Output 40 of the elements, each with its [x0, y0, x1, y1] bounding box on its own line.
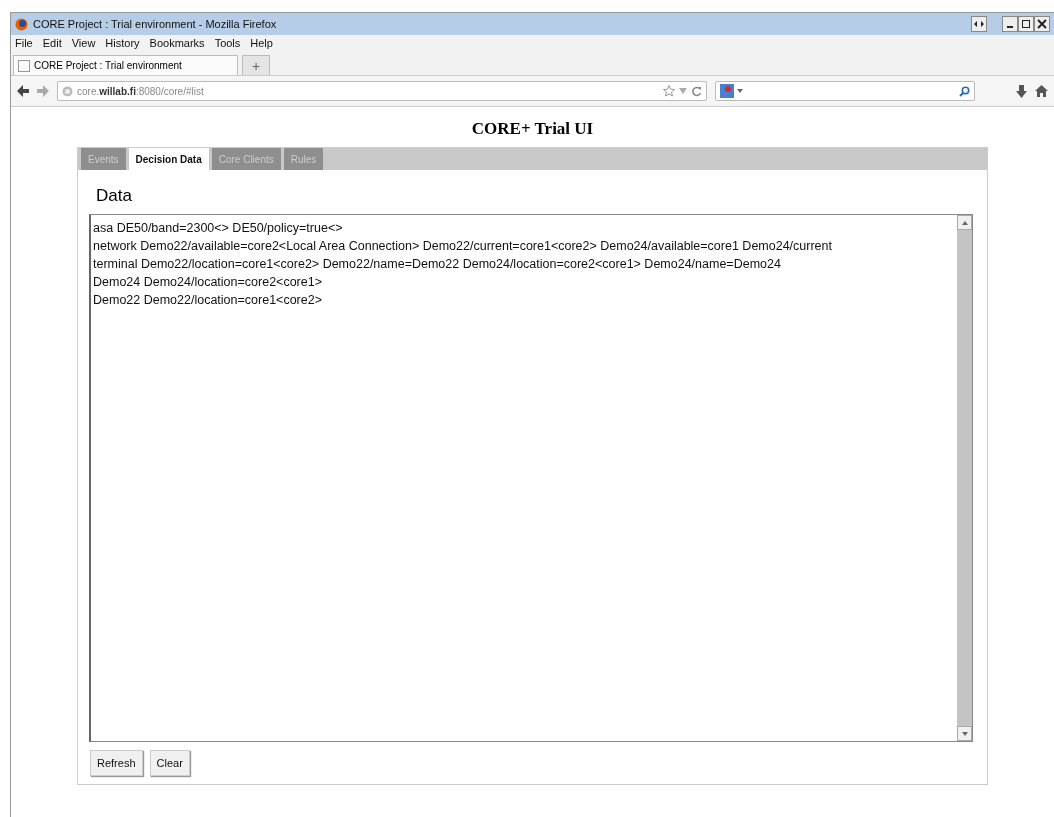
scroll-up-icon[interactable]	[957, 215, 972, 230]
page-title: CORE+ Trial UI	[471, 119, 594, 139]
search-icon[interactable]	[959, 85, 970, 97]
action-button[interactable]: Clear	[149, 750, 190, 776]
action-button[interactable]: Refresh	[90, 750, 143, 776]
window-title: CORE Project : Trial environment - Mozilla Firefox	[33, 18, 277, 30]
menu-item[interactable]: Edit	[42, 37, 62, 49]
menu-item[interactable]: File	[15, 37, 33, 49]
menu-item[interactable]: Help	[250, 37, 273, 49]
data-line: Demo22 Demo22/location=core1<core2>	[93, 293, 322, 307]
home-icon[interactable]	[1035, 85, 1048, 97]
back-icon[interactable]	[17, 85, 29, 97]
menu-item[interactable]: Tools	[214, 37, 241, 49]
scrollbar[interactable]	[957, 215, 972, 741]
data-text-area[interactable]	[89, 214, 973, 742]
browser-tab[interactable]: CORE Project : Trial environment	[13, 55, 238, 75]
reload-icon[interactable]	[691, 85, 702, 97]
new-tab-button[interactable]: +	[242, 55, 270, 75]
page-icon	[18, 59, 30, 72]
resize-icon[interactable]	[971, 16, 987, 32]
section-heading: Data	[96, 186, 132, 206]
scroll-down-icon[interactable]	[957, 726, 972, 741]
data-line: network Demo22/available=core2<Local Area Connection> Demo22/current=core1<core2> Demo24/available=core1 Demo24/current	[93, 239, 832, 253]
dropdown-icon[interactable]	[737, 89, 743, 93]
maximize-button[interactable]	[1018, 16, 1034, 32]
data-line: Demo24 Demo24/location=core2<core1>	[93, 275, 322, 289]
menu-item[interactable]: View	[71, 37, 96, 49]
close-button[interactable]	[1034, 16, 1050, 32]
search-engine-icon	[720, 84, 734, 98]
search-field[interactable]	[715, 81, 975, 101]
minimize-button[interactable]	[1002, 16, 1018, 32]
address-bar[interactable]: core.willab.fi:8080/core/#list	[57, 81, 707, 101]
globe-icon	[62, 85, 73, 97]
star-icon[interactable]	[663, 85, 675, 97]
download-icon[interactable]	[1016, 84, 1027, 98]
menu-item[interactable]: History	[105, 37, 140, 49]
menu-item[interactable]: Bookmarks	[149, 37, 205, 49]
data-line: terminal Demo22/location=core1<core2> Demo22/name=Demo22 Demo24/location=core2<core1> Demo24/name=Demo24	[93, 257, 781, 271]
data-line: asa DE50/band=2300<> DE50/policy=true<>	[93, 221, 343, 235]
tab[interactable]: Decision Data	[128, 148, 209, 170]
